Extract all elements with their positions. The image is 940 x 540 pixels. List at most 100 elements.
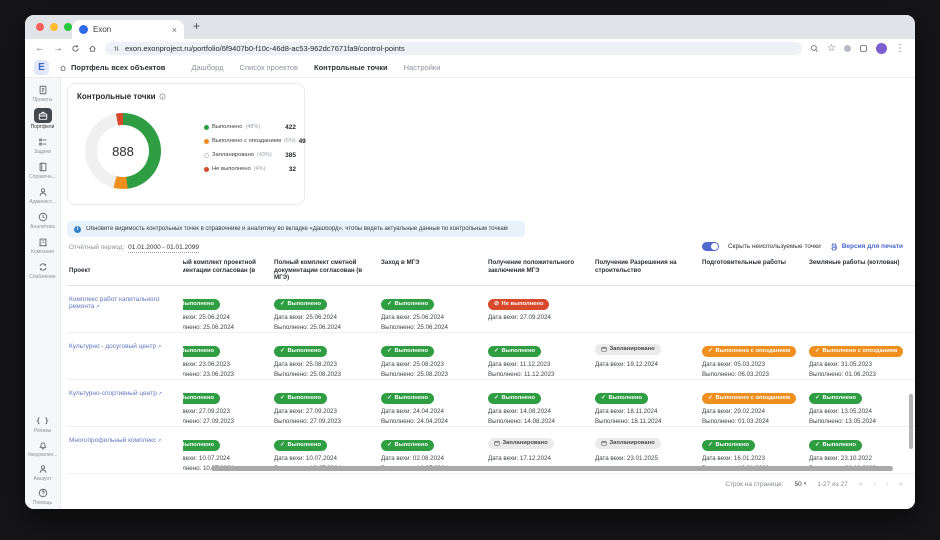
rows-per-page-label: Строк на странице: — [725, 481, 783, 488]
sidebar-item[interactable]: Уведомлен... — [25, 438, 60, 458]
printer-icon — [830, 243, 838, 251]
new-tab-button[interactable]: + — [193, 19, 200, 33]
control-points-card: Контрольные точки 888 Выполнено(48%)422В… — [67, 83, 305, 205]
home-icon[interactable] — [88, 44, 97, 53]
sidebar-item[interactable]: Помощь — [25, 486, 60, 506]
browser-tab[interactable]: Exon × — [72, 20, 184, 39]
completed-date: Выполнено: 01.03.2024 — [702, 418, 793, 426]
milestone-date: Дата вехи: 25.06.2024 — [274, 314, 365, 322]
app-tab[interactable]: Настройки — [404, 63, 441, 72]
milestone-cell: ✓Выполнено с опозданиемДата вехи: 29.02.… — [694, 380, 801, 426]
calendar-icon — [601, 440, 607, 446]
sidebar-item[interactable]: Компания — [25, 235, 60, 255]
info-icon[interactable] — [159, 93, 166, 100]
hide-unused-toggle[interactable] — [702, 242, 719, 251]
milestone-date: Дата вехи: 05.03.2023 — [702, 361, 793, 369]
url-text: exon.exonproject.ru/portfolio/6f9407b0-f… — [125, 44, 405, 53]
portfolio-selector[interactable]: Портфель всех объектов — [59, 63, 165, 72]
address-bar[interactable]: exon.exonproject.ru/portfolio/6f9407b0-f… — [105, 42, 802, 55]
period-value[interactable]: 01.01.2000 - 01.01.2099 — [128, 244, 199, 253]
status-badge: ✓Выполнено — [183, 393, 220, 404]
project-link[interactable]: Культурно - досуговый центр↗ — [69, 343, 161, 350]
sidebar-item[interactable]: Проекты — [25, 83, 60, 103]
milestone-date: Дата вехи: 23.10.2022 — [809, 455, 900, 463]
check-icon: ✓ — [708, 395, 713, 401]
app-sidebar: Проекты Портфели Задачи Справочн... Админист… — [25, 78, 61, 509]
search-icon[interactable] — [810, 44, 819, 53]
minimize-window-button[interactable] — [50, 23, 58, 31]
sidebar-item[interactable]: { }Релизы — [25, 414, 60, 434]
completed-date: Выполнено: 14.08.2024 — [488, 418, 579, 426]
table-row: Комплекс работ капитального ремонта↗✓Вып… — [67, 286, 915, 333]
sidebar-item[interactable]: Задачи — [25, 135, 60, 155]
sidebar-item[interactable]: Аналитика — [25, 210, 60, 230]
sidebar-item[interactable]: Справочн... — [25, 160, 60, 180]
sidebar-item[interactable]: Аккаунт — [25, 462, 60, 482]
banner-info-icon: i — [74, 226, 81, 233]
table-controls: Скрыть неиспользуемые точки Версия для п… — [702, 242, 903, 251]
milestone-cell: ✓ВыполненоДата вехи: 23.06.2023Выполнено… — [183, 333, 266, 379]
print-version-button[interactable]: Версия для печати — [830, 243, 903, 251]
sidebar-top-group: Проекты Портфели Задачи Справочн... Админист… — [25, 78, 60, 280]
cycle-icon — [34, 260, 52, 273]
vertical-scrollbar[interactable] — [909, 394, 913, 449]
help-icon — [34, 486, 52, 499]
legend-row: Не выполнено(4%)32 — [204, 162, 296, 176]
app-logo[interactable]: E — [34, 60, 49, 75]
last-page-icon[interactable]: » — [899, 480, 903, 488]
check-icon: ✓ — [815, 395, 820, 401]
prev-page-icon[interactable]: ‹ — [873, 480, 876, 488]
horizontal-scrollbar[interactable] — [211, 466, 893, 471]
tab-close-icon[interactable]: × — [172, 25, 177, 35]
milestone-date: Дата вехи: 16.01.2023 — [702, 455, 793, 463]
extension-icon[interactable] — [844, 45, 851, 52]
reload-icon[interactable] — [71, 44, 80, 53]
legend-percent: (4%) — [254, 166, 266, 172]
check-icon: ✓ — [280, 442, 285, 448]
status-badge: ✓Выполнено — [809, 440, 862, 451]
milestone-date: Дата вехи: 27.09.2023 — [274, 408, 365, 416]
banner-text: Обновите видимость контрольных точек в с… — [86, 226, 508, 232]
completed-date: Выполнено: 27.09.2023 — [274, 418, 365, 426]
app-tab[interactable]: Контрольные точки — [314, 63, 388, 72]
sidebar-item[interactable]: Портфели — [25, 108, 60, 130]
completed-date: Выполнено: 27.09.2023 — [183, 418, 258, 426]
browser-menu-icon[interactable]: ⋮ — [895, 44, 905, 54]
milestone-column-header: Подготовительные работы — [694, 259, 801, 282]
page-range: 1-27 из 27 — [817, 481, 847, 488]
browser-toolbar: ← → exon.exonproject.ru/portfolio/6f9407… — [25, 39, 915, 58]
status-badge: ✓Выполнено — [381, 440, 434, 451]
tasks-icon — [34, 135, 52, 148]
check-icon: ✓ — [280, 395, 285, 401]
first-page-icon[interactable]: « — [859, 480, 863, 488]
sidebar-item-label: Аналитика — [30, 224, 55, 230]
zoom-window-button[interactable] — [64, 23, 72, 31]
milestone-date: Дата вехи: 14.08.2024 — [488, 408, 579, 416]
rows-per-page-select[interactable]: 50 ▾ — [795, 481, 807, 488]
legend-dot-icon — [204, 139, 209, 144]
app-tab[interactable]: Дашборд — [191, 63, 223, 72]
profile-avatar[interactable] — [876, 43, 887, 54]
legend-dot-icon — [204, 167, 209, 172]
milestone-column-header: Земляные работы (котлован) — [801, 259, 908, 282]
back-icon[interactable]: ← — [35, 44, 45, 54]
close-window-button[interactable] — [36, 23, 44, 31]
project-link[interactable]: Многопрофильный комплекс↗ — [69, 437, 161, 444]
sidebar-item[interactable]: Снабжение — [25, 260, 60, 280]
next-page-icon[interactable]: › — [886, 480, 889, 488]
project-link[interactable]: Культурно-спортивный центр↗ — [69, 390, 162, 397]
legend-label: Не выполнено — [212, 166, 251, 172]
control-points-page: Контрольные точки 888 Выполнено(48%)422В… — [61, 78, 915, 509]
bookmark-star-icon[interactable]: ☆ — [827, 44, 836, 54]
app-tab[interactable]: Список проектов — [240, 63, 298, 72]
site-info-icon[interactable] — [113, 45, 120, 52]
milestone-column-header: Заход в МГЭ — [373, 259, 480, 282]
sidebar-item[interactable]: Админист... — [25, 185, 60, 205]
extensions-icon[interactable] — [859, 44, 868, 53]
pagination-footer: Строк на странице: 50 ▾ 1-27 из 27 « ‹ ›… — [725, 480, 903, 488]
project-link[interactable]: Комплекс работ капитального ремонта↗ — [69, 296, 183, 310]
app-top-nav: E Портфель всех объектов Дашборд Список п… — [25, 58, 915, 78]
legend-percent: (48%) — [246, 124, 261, 130]
forward-icon[interactable]: → — [53, 44, 63, 54]
sidebar-item-label: Снабжение — [29, 274, 55, 280]
